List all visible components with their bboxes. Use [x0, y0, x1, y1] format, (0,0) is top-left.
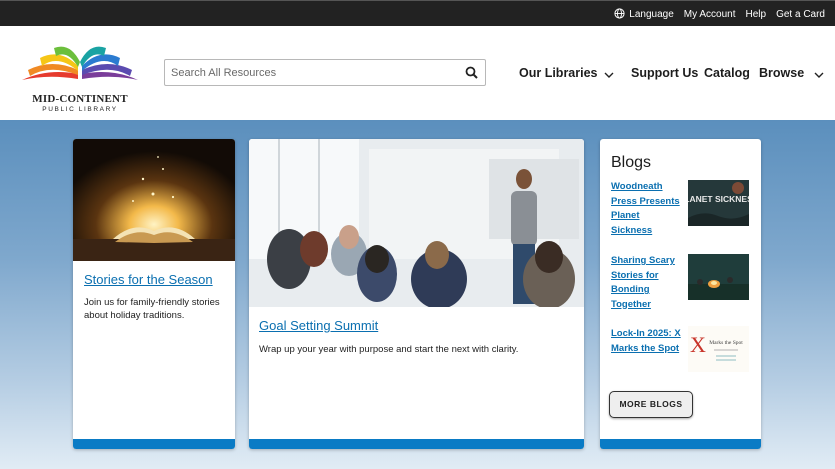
blogs-heading: Blogs [611, 154, 652, 171]
card-accent-bar [249, 439, 584, 449]
blog-link[interactable]: Lock-In 2025: X Marks the Spot [611, 327, 681, 356]
blog-link[interactable]: Woodneath Press Presents Planet Sickness [611, 180, 681, 238]
featured-card: Stories for the Season Join us for famil… [73, 139, 235, 449]
get-card-link[interactable]: Get a Card [776, 9, 825, 20]
site-header: MID-CONTINENT PUBLIC LIBRARY Our Librari… [0, 26, 835, 120]
globe-icon [614, 8, 625, 19]
nav-catalog[interactable]: Catalog [704, 66, 750, 82]
card-accent-bar [73, 439, 235, 449]
blog-thumbnail[interactable] [688, 254, 749, 300]
nav-our-libraries[interactable]: Our Libraries [519, 66, 598, 82]
nav-support-us[interactable]: Support Us [631, 66, 698, 82]
logo-tagline: PUBLIC LIBRARY [42, 106, 118, 113]
library-logo[interactable]: MID-CONTINENT PUBLIC LIBRARY [18, 40, 142, 113]
blog-thumbnail[interactable]: X Marks the Spot [688, 326, 749, 372]
x-marks-the-spot-image: X Marks the Spot [688, 326, 749, 372]
card-description: Wrap up your year with purpose and start… [259, 344, 519, 355]
seminar-photo-image[interactable] [249, 139, 584, 307]
nav-browse[interactable]: Browse [759, 66, 804, 82]
search-box [164, 59, 486, 86]
utility-bar: Language My Account Help Get a Card [0, 0, 835, 26]
help-link[interactable]: Help [746, 9, 767, 20]
card-description: Join us for family-friendly stories abou… [84, 297, 220, 321]
search-input[interactable] [171, 63, 461, 83]
blog-link[interactable]: Sharing Scary Stories for Bonding Togeth… [611, 254, 681, 312]
language-link[interactable]: Language [614, 8, 674, 20]
campfire-image [688, 254, 749, 300]
card-title-link[interactable]: Stories for the Season [84, 272, 213, 287]
thumbnail-caption: PLANET SICKNESS [688, 194, 749, 204]
search-icon[interactable] [463, 64, 481, 82]
language-label: Language [629, 9, 674, 20]
book-rainbow-logo-icon [22, 46, 138, 80]
featured-card: Goal Setting Summit Wrap up your year wi… [249, 139, 584, 449]
thumbnail-caption: Marks the Spot [709, 340, 743, 346]
magic-book-image[interactable] [73, 139, 235, 261]
more-blogs-button[interactable]: MORE BLOGS [609, 391, 693, 418]
chevron-down-icon[interactable] [813, 69, 825, 81]
svg-text:X: X [690, 332, 706, 357]
my-account-link[interactable]: My Account [684, 9, 736, 20]
card-title-link[interactable]: Goal Setting Summit [259, 318, 378, 333]
blog-thumbnail[interactable]: PLANET SICKNESS [688, 180, 749, 226]
chevron-down-icon[interactable] [603, 69, 615, 81]
logo-name: MID-CONTINENT [32, 93, 128, 105]
planet-sickness-image: PLANET SICKNESS [688, 180, 749, 226]
blogs-card: Blogs Woodneath Press Presents Planet Si… [600, 139, 761, 449]
card-accent-bar [600, 439, 761, 449]
